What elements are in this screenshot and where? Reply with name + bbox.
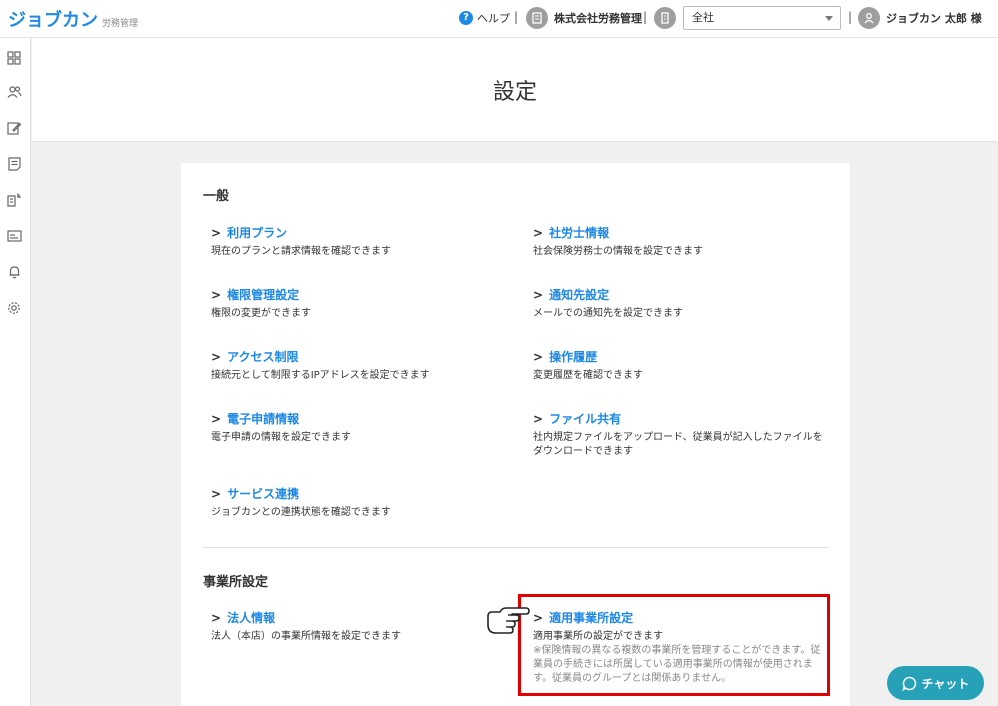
help-link[interactable]: ? ヘルプ: [459, 10, 510, 26]
setting-desc: 接続元として制限するIPアドレスを設定できます: [211, 370, 430, 381]
setting-link-label: 電子申請情報: [227, 412, 300, 426]
setting-link-label: 権限管理設定: [227, 288, 300, 302]
users-icon[interactable]: [6, 84, 22, 100]
setting-item-plan: > 利用プラン 現在のプランと請求情報を確認できます: [211, 224, 511, 259]
section-divider: [203, 547, 828, 548]
setting-link-corporate[interactable]: > 法人情報: [211, 609, 511, 626]
setting-item-access: > アクセス制限 接続元として制限するIPアドレスを設定できます: [211, 348, 511, 383]
sidebar: [0, 38, 31, 706]
header-separator: |: [643, 10, 648, 24]
setting-item-history: > 操作履歴 変更履歴を確認できます: [533, 348, 833, 383]
setting-link-notifications[interactable]: > 通知先設定: [533, 286, 833, 303]
setting-item-sharoushi: > 社労士情報 社会保険労務士の情報を設定できます: [533, 224, 833, 259]
header-separator: |: [848, 10, 853, 24]
chevron-right-icon: >: [533, 411, 544, 426]
setting-link-file-share[interactable]: > ファイル共有: [533, 410, 823, 427]
chevron-right-icon: >: [211, 225, 222, 240]
setting-link-label: 法人情報: [227, 611, 276, 625]
user-avatar-icon[interactable]: [858, 7, 880, 29]
setting-link-label: 社労士情報: [549, 226, 610, 240]
building-icon: [526, 7, 548, 29]
chat-button[interactable]: チャット: [887, 666, 984, 700]
chat-bubble-icon: [901, 676, 916, 691]
chevron-right-icon: >: [533, 349, 544, 364]
chevron-right-icon: >: [211, 486, 222, 501]
page-title: 設定: [492, 80, 537, 105]
setting-link-access[interactable]: > アクセス制限: [211, 348, 511, 365]
setting-link-history[interactable]: > 操作履歴: [533, 348, 833, 365]
gear-icon[interactable]: [6, 300, 22, 316]
chevron-down-icon[interactable]: ⌵: [974, 10, 982, 21]
chevron-right-icon: >: [211, 287, 222, 302]
logo-subtext: 労務管理: [102, 19, 139, 29]
chevron-right-icon: >: [211, 349, 222, 364]
setting-desc: 電子申請の情報を設定できます: [211, 432, 351, 443]
pointing-hand-icon: [487, 607, 530, 634]
setting-desc: 社会保険労務士の情報を設定できます: [533, 246, 703, 257]
setting-link-label: 通知先設定: [549, 288, 610, 302]
edit-icon[interactable]: [6, 120, 22, 136]
setting-link-permissions[interactable]: > 権限管理設定: [211, 286, 511, 303]
chevron-right-icon: >: [211, 610, 222, 625]
header-separator: |: [514, 10, 519, 24]
setting-link-sharoushi[interactable]: > 社労士情報: [533, 224, 833, 241]
chevron-right-icon: >: [533, 225, 544, 240]
setting-desc: 法人（本店）の事業所情報を設定できます: [211, 631, 401, 642]
section-title-office: 事業所設定: [203, 575, 269, 590]
office-select[interactable]: 全社: [683, 6, 841, 30]
section-title-general: 一般: [203, 189, 230, 204]
chevron-right-icon: >: [533, 287, 544, 302]
page-header: 設定: [32, 38, 998, 142]
top-bar: ジョブカン 労務管理 ? ヘルプ | 株式会社労務管理 | 全社 | ジョブカン…: [0, 0, 998, 38]
form-send-icon[interactable]: [6, 192, 22, 208]
company-name: 株式会社労務管理: [554, 12, 642, 25]
setting-link-label: ファイル共有: [549, 412, 622, 426]
bell-icon[interactable]: [6, 264, 22, 280]
setting-desc: 権限の変更ができます: [211, 308, 311, 319]
setting-item-integration: > サービス連携 ジョブカンとの連携状態を確認できます: [211, 485, 511, 520]
chat-label: チャット: [921, 676, 970, 691]
setting-link-label: 利用プラン: [227, 226, 288, 240]
dashboard-icon[interactable]: [6, 50, 22, 66]
setting-desc: 現在のプランと請求情報を確認できます: [211, 246, 391, 257]
setting-item-e-application: > 電子申請情報 電子申請の情報を設定できます: [211, 410, 511, 445]
setting-item-notifications: > 通知先設定 メールでの通知先を設定できます: [533, 286, 833, 321]
app-logo[interactable]: ジョブカン 労務管理: [8, 6, 138, 32]
document-icon[interactable]: [6, 156, 22, 172]
setting-link-integration[interactable]: > サービス連携: [211, 485, 511, 502]
setting-link-label: アクセス制限: [227, 350, 299, 364]
setting-link-label: サービス連携: [227, 487, 300, 501]
caret-down-icon: [825, 16, 833, 21]
help-icon: ?: [459, 11, 473, 25]
setting-desc: メールでの通知先を設定できます: [533, 308, 683, 319]
office-select-value: 全社: [692, 11, 714, 24]
setting-item-corporate: > 法人情報 法人（本店）の事業所情報を設定できます: [211, 609, 511, 644]
logo-text: ジョブカン: [8, 10, 98, 31]
chevron-right-icon: >: [211, 411, 222, 426]
highlight-box: [518, 594, 830, 696]
office-icon: [654, 7, 676, 29]
setting-link-plan[interactable]: > 利用プラン: [211, 224, 511, 241]
setting-item-permissions: > 権限管理設定 権限の変更ができます: [211, 286, 511, 321]
user-name[interactable]: ジョブカン 太郎 様: [886, 10, 982, 26]
help-label: ヘルプ: [477, 12, 510, 25]
setting-item-file-share: > ファイル共有 社内規定ファイルをアップロード、従業員が記入したファイルをダウン…: [533, 410, 823, 459]
setting-link-e-application[interactable]: > 電子申請情報: [211, 410, 511, 427]
card-icon[interactable]: [6, 228, 22, 244]
setting-desc: 社内規定ファイルをアップロード、従業員が記入したファイルをダウンロードできます: [533, 432, 823, 457]
setting-desc: 変更履歴を確認できます: [533, 370, 643, 381]
setting-link-label: 操作履歴: [549, 350, 598, 364]
setting-desc: ジョブカンとの連携状態を確認できます: [211, 507, 391, 518]
